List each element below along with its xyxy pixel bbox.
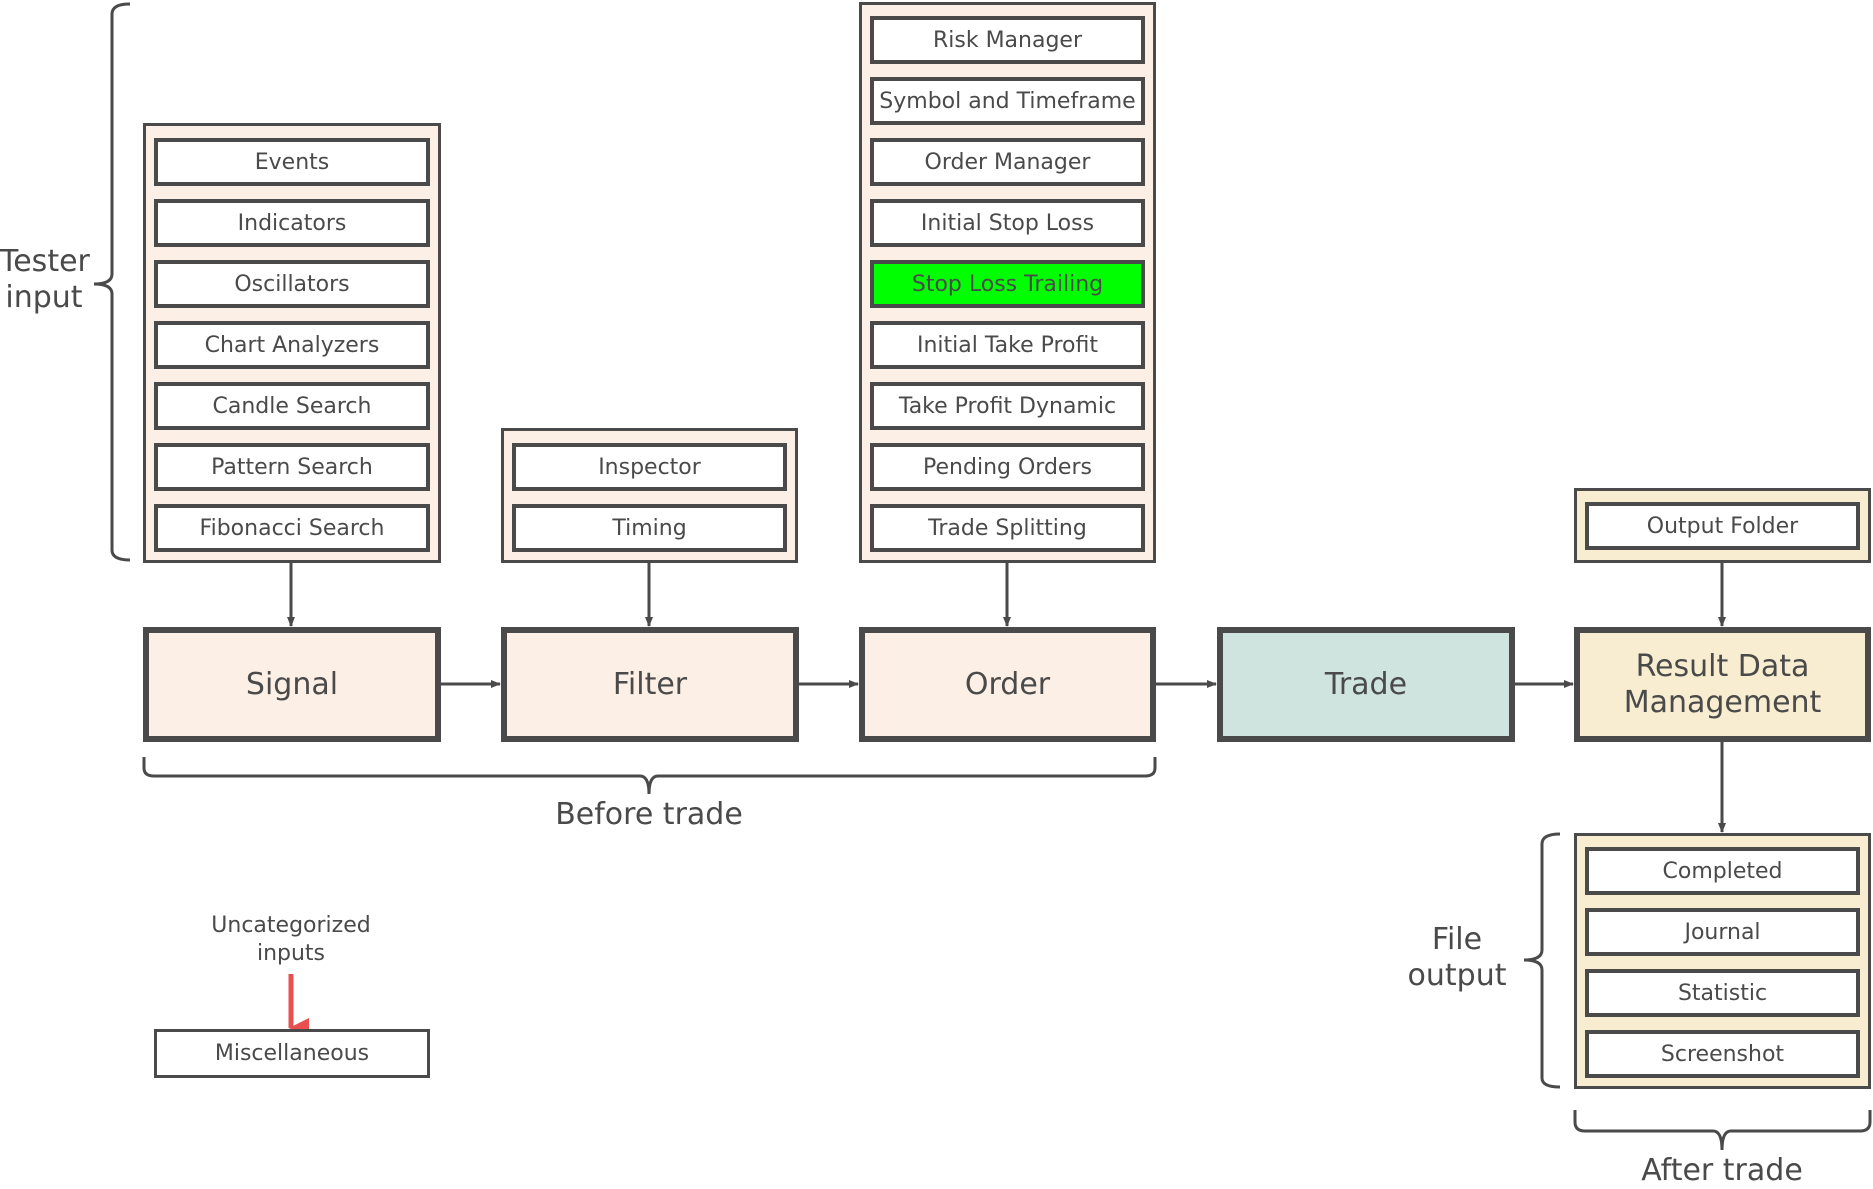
- file-output-item-statistic[interactable]: Statistic: [1585, 969, 1860, 1017]
- input-item-candle-search[interactable]: Candle Search: [154, 382, 430, 430]
- input-item-pattern-search[interactable]: Pattern Search: [154, 443, 430, 491]
- filter-input-group: Inspector Timing: [501, 428, 798, 563]
- stage-signal[interactable]: Signal: [143, 627, 441, 742]
- input-item-indicators[interactable]: Indicators: [154, 199, 430, 247]
- input-item-order-manager[interactable]: Order Manager: [870, 138, 1145, 186]
- input-item-output-folder[interactable]: Output Folder: [1585, 502, 1860, 550]
- input-item-trade-splitting[interactable]: Trade Splitting: [870, 504, 1145, 552]
- input-item-symbol-and-timeframe[interactable]: Symbol and Timeframe: [870, 77, 1145, 125]
- input-item-events[interactable]: Events: [154, 138, 430, 186]
- order-input-group: Risk Manager Symbol and Timeframe Order …: [859, 2, 1156, 563]
- file-output-group: Completed Journal Statistic Screenshot: [1574, 833, 1871, 1089]
- input-item-initial-take-profit[interactable]: Initial Take Profit: [870, 321, 1145, 369]
- input-item-risk-manager[interactable]: Risk Manager: [870, 16, 1145, 64]
- stage-order[interactable]: Order: [859, 627, 1156, 742]
- stage-result-data-management[interactable]: Result Data Management: [1574, 627, 1871, 742]
- input-item-take-profit-dynamic[interactable]: Take Profit Dynamic: [870, 382, 1145, 430]
- stage-trade[interactable]: Trade: [1217, 627, 1515, 742]
- input-item-timing[interactable]: Timing: [512, 504, 787, 552]
- input-item-stop-loss-trailing[interactable]: Stop Loss Trailing: [870, 260, 1145, 308]
- annotation-after-trade: After trade: [1641, 1153, 1803, 1188]
- brace-before-trade: [142, 757, 1157, 795]
- annotation-tester-input: Tester input: [0, 244, 90, 315]
- annotation-uncategorized-inputs: Uncategorized inputs: [211, 913, 371, 966]
- output-folder-group: Output Folder: [1574, 488, 1871, 563]
- annotation-before-trade: Before trade: [555, 797, 743, 832]
- annotation-file-output: File output: [1407, 922, 1507, 993]
- misc-box[interactable]: Miscellaneous: [154, 1029, 430, 1078]
- file-output-item-completed[interactable]: Completed: [1585, 847, 1860, 895]
- input-item-pending-orders[interactable]: Pending Orders: [870, 443, 1145, 491]
- brace-after-trade: [1573, 1110, 1872, 1151]
- file-output-item-journal[interactable]: Journal: [1585, 908, 1860, 956]
- brace-tester-input: [93, 2, 131, 562]
- input-item-oscillators[interactable]: Oscillators: [154, 260, 430, 308]
- stage-filter[interactable]: Filter: [501, 627, 799, 742]
- brace-file-output: [1523, 832, 1561, 1089]
- input-item-inspector[interactable]: Inspector: [512, 443, 787, 491]
- input-item-chart-analyzers[interactable]: Chart Analyzers: [154, 321, 430, 369]
- input-item-initial-stop-loss[interactable]: Initial Stop Loss: [870, 199, 1145, 247]
- input-item-fibonacci-search[interactable]: Fibonacci Search: [154, 504, 430, 552]
- signal-input-group: Events Indicators Oscillators Chart Anal…: [143, 123, 441, 563]
- file-output-item-screenshot[interactable]: Screenshot: [1585, 1030, 1860, 1078]
